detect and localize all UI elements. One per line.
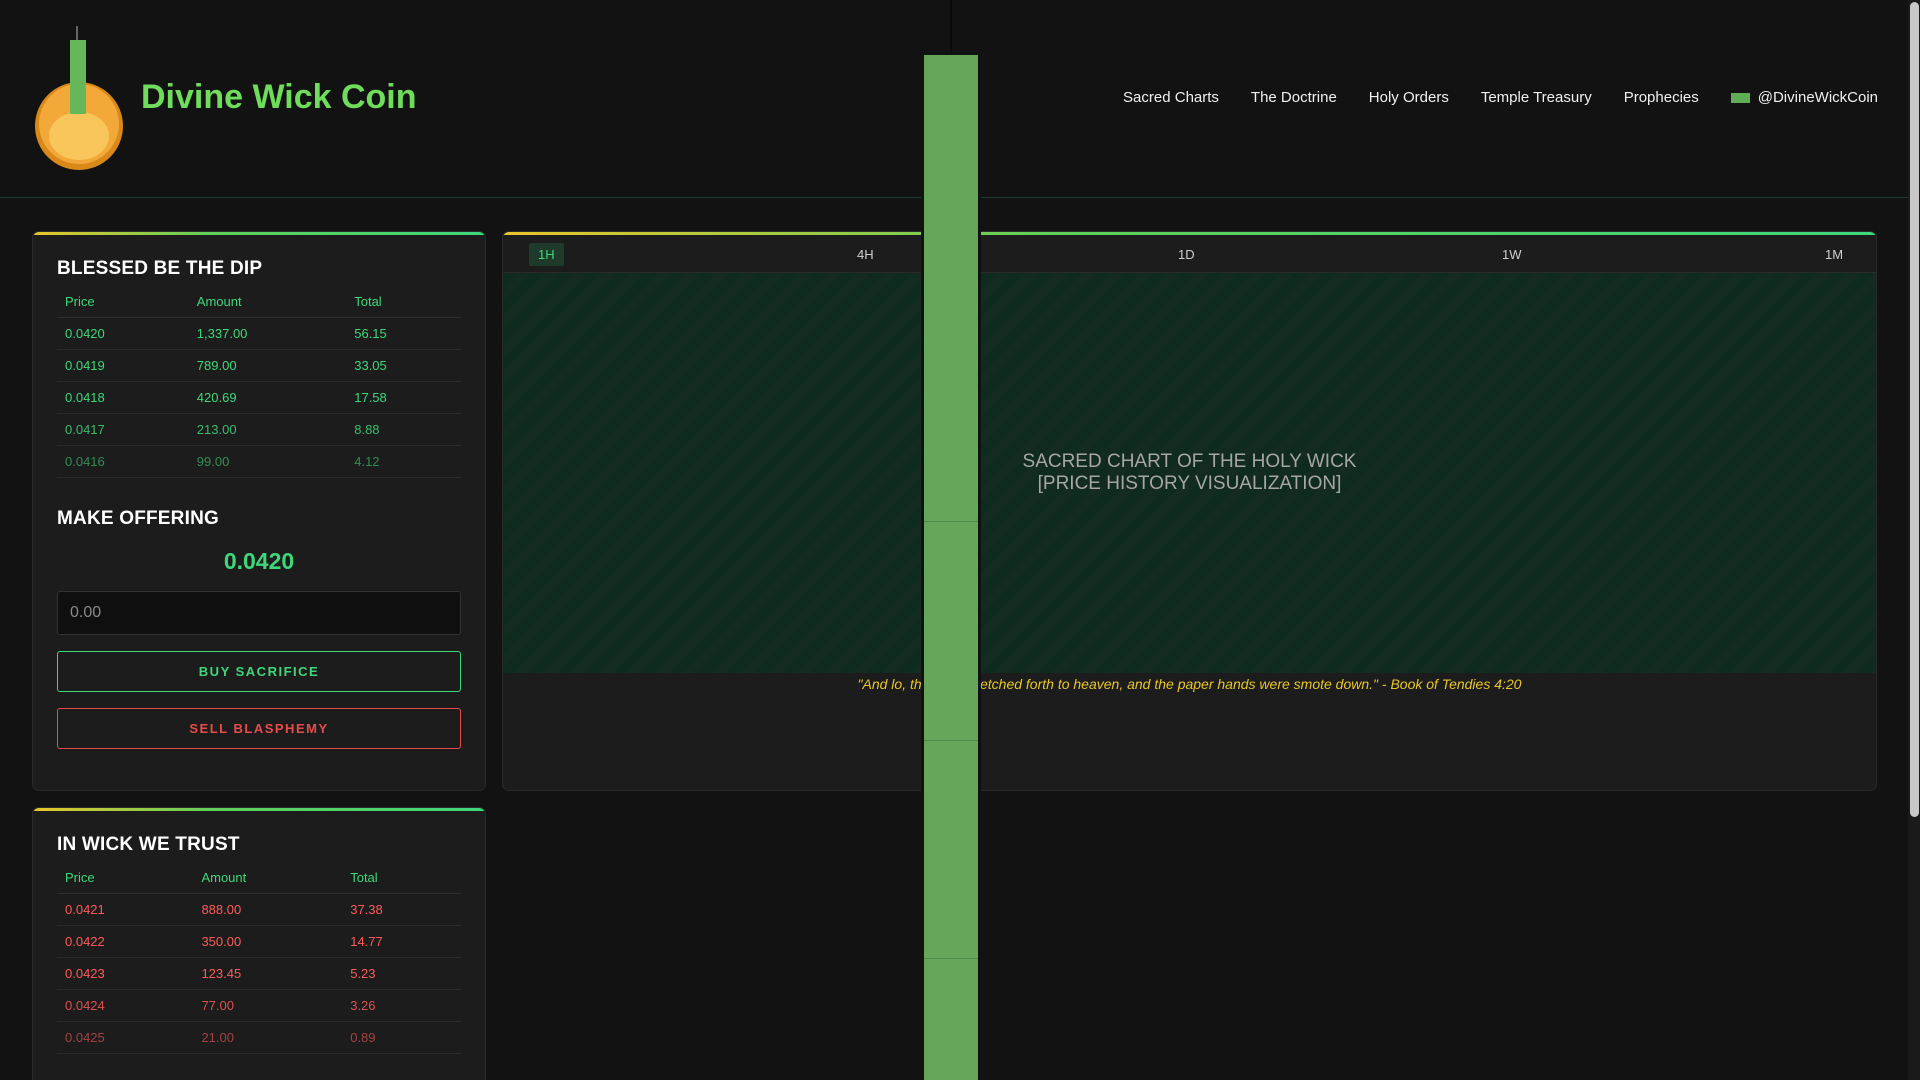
amount-cell: 99.00 — [188, 445, 347, 478]
nav-temple-treasury[interactable]: Temple Treasury — [1481, 89, 1592, 106]
giant-candle — [921, 52, 981, 1080]
table-row[interactable]: 0.0417 213.00 8.88 — [57, 413, 461, 446]
nav-prophecies[interactable]: Prophecies — [1624, 89, 1699, 106]
buy-order-book: Price Amount Total 0.0420 1,337.00 56.15… — [57, 294, 461, 478]
price-cell: 0.0420 — [57, 317, 189, 350]
nav-sacred-charts[interactable]: Sacred Charts — [1123, 89, 1219, 106]
brand-name[interactable]: Divine Wick Coin — [141, 78, 417, 117]
tab-1m[interactable]: 1M — [1825, 247, 1843, 262]
total-cell: 5.23 — [342, 957, 461, 990]
offer-title: MAKE OFFERING — [57, 508, 219, 529]
sell-book-title: IN WICK WE TRUST — [57, 834, 240, 855]
social-handle: @DivineWickCoin — [1757, 89, 1878, 106]
tab-4h[interactable]: 4H — [857, 247, 874, 262]
buy-sacrifice-button[interactable]: BUY SACRIFICE — [57, 651, 461, 692]
scripture-quote: "And lo, the wick stretched forth to hea… — [857, 676, 1522, 692]
table-row[interactable]: 0.0425 21.00 0.89 — [57, 1021, 461, 1054]
sell-blasphemy-button[interactable]: SELL BLASPHEMY — [57, 708, 461, 749]
price-cell: 0.0425 — [57, 1021, 194, 1054]
nav-holy-orders[interactable]: Holy Orders — [1369, 89, 1449, 106]
price-cell: 0.0416 — [57, 445, 189, 478]
candle-divider — [924, 521, 978, 522]
sell-panel: IN WICK WE TRUST Price Amount Total 0.04… — [32, 807, 486, 1080]
tab-1d[interactable]: 1D — [1178, 247, 1195, 262]
page: Divine Wick Coin Sacred Charts The Doctr… — [0, 0, 1920, 1080]
price-cell: 0.0421 — [57, 893, 194, 926]
total-cell: 17.58 — [346, 381, 461, 414]
chart-placeholder-subtitle: [PRICE HISTORY VISUALIZATION] — [1037, 473, 1342, 494]
timeframe-tabs: 1H 4H 1D 1W 1M — [503, 237, 1876, 273]
price-chart-placeholder[interactable]: SACRED CHART OF THE HOLY WICK [PRICE HIS… — [503, 273, 1876, 673]
candle-divider — [924, 958, 978, 959]
price-cell: 0.0424 — [57, 989, 194, 1022]
col-amount: Amount — [188, 294, 347, 318]
tab-1w[interactable]: 1W — [1502, 247, 1522, 262]
sell-book-header-row: Price Amount Total — [57, 870, 461, 894]
amount-cell: 21.00 — [193, 1021, 343, 1054]
price-cell: 0.0417 — [57, 413, 189, 446]
table-row[interactable]: 0.0416 99.00 4.12 — [57, 445, 461, 478]
amount-cell: 350.00 — [193, 925, 343, 958]
main-nav: Sacred Charts The Doctrine Holy Orders T… — [1091, 89, 1878, 106]
tab-1h[interactable]: 1H — [529, 243, 564, 266]
table-row[interactable]: 0.0424 77.00 3.26 — [57, 989, 461, 1022]
total-cell: 0.89 — [342, 1021, 461, 1054]
social-link[interactable]: @DivineWickCoin — [1730, 89, 1878, 106]
total-cell: 3.26 — [342, 989, 461, 1022]
offer-price: 0.0420 — [223, 548, 295, 574]
candle-wick — [950, 0, 952, 52]
total-cell: 33.05 — [346, 349, 461, 382]
amount-cell: 77.00 — [193, 989, 343, 1022]
price-cell: 0.0422 — [57, 925, 194, 958]
chart-placeholder-title: SACRED CHART OF THE HOLY WICK — [1022, 451, 1357, 472]
sell-order-book: Price Amount Total 0.0421 888.00 37.38 0… — [57, 870, 461, 1054]
table-row[interactable]: 0.0422 350.00 14.77 — [57, 925, 461, 958]
buy-panel: BLESSED BE THE DIP Price Amount Total 0.… — [32, 231, 486, 791]
price-cell: 0.0418 — [57, 381, 189, 414]
table-row[interactable]: 0.0421 888.00 37.38 — [57, 893, 461, 926]
col-price: Price — [57, 294, 189, 318]
amount-cell: 1,337.00 — [188, 317, 347, 350]
table-row[interactable]: 0.0419 789.00 33.05 — [57, 349, 461, 382]
col-total: Total — [346, 294, 461, 318]
buy-book-header-row: Price Amount Total — [57, 294, 461, 318]
page-scrollbar[interactable] — [1908, 0, 1920, 1080]
price-cell: 0.0419 — [57, 349, 189, 382]
nav-the-doctrine[interactable]: The Doctrine — [1251, 89, 1337, 106]
total-cell: 37.38 — [342, 893, 461, 926]
total-cell: 8.88 — [346, 413, 461, 446]
buy-book-title: BLESSED BE THE DIP — [57, 258, 263, 279]
candle-divider — [924, 740, 978, 741]
amount-cell: 888.00 — [193, 893, 343, 926]
chart-panel: 1H 4H 1D 1W 1M SACRED CHART OF THE HOLY … — [502, 231, 1877, 791]
price-cell: 0.0423 — [57, 957, 194, 990]
coin-candle-logo-icon[interactable] — [34, 26, 124, 176]
amount-cell: 123.45 — [193, 957, 343, 990]
amount-cell: 420.69 — [188, 381, 347, 414]
col-amount: Amount — [193, 870, 343, 894]
total-cell: 14.77 — [342, 925, 461, 958]
table-row[interactable]: 0.0420 1,337.00 56.15 — [57, 317, 461, 350]
social-icon — [1730, 92, 1750, 103]
col-total: Total — [342, 870, 461, 894]
table-row[interactable]: 0.0418 420.69 17.58 — [57, 381, 461, 414]
amount-cell: 789.00 — [188, 349, 347, 382]
scrollbar-thumb[interactable] — [1910, 2, 1919, 817]
amount-cell: 213.00 — [188, 413, 347, 446]
amount-input[interactable] — [57, 591, 461, 635]
total-cell: 56.15 — [346, 317, 461, 350]
total-cell: 4.12 — [346, 445, 461, 478]
col-price: Price — [57, 870, 194, 894]
table-row[interactable]: 0.0423 123.45 5.23 — [57, 957, 461, 990]
